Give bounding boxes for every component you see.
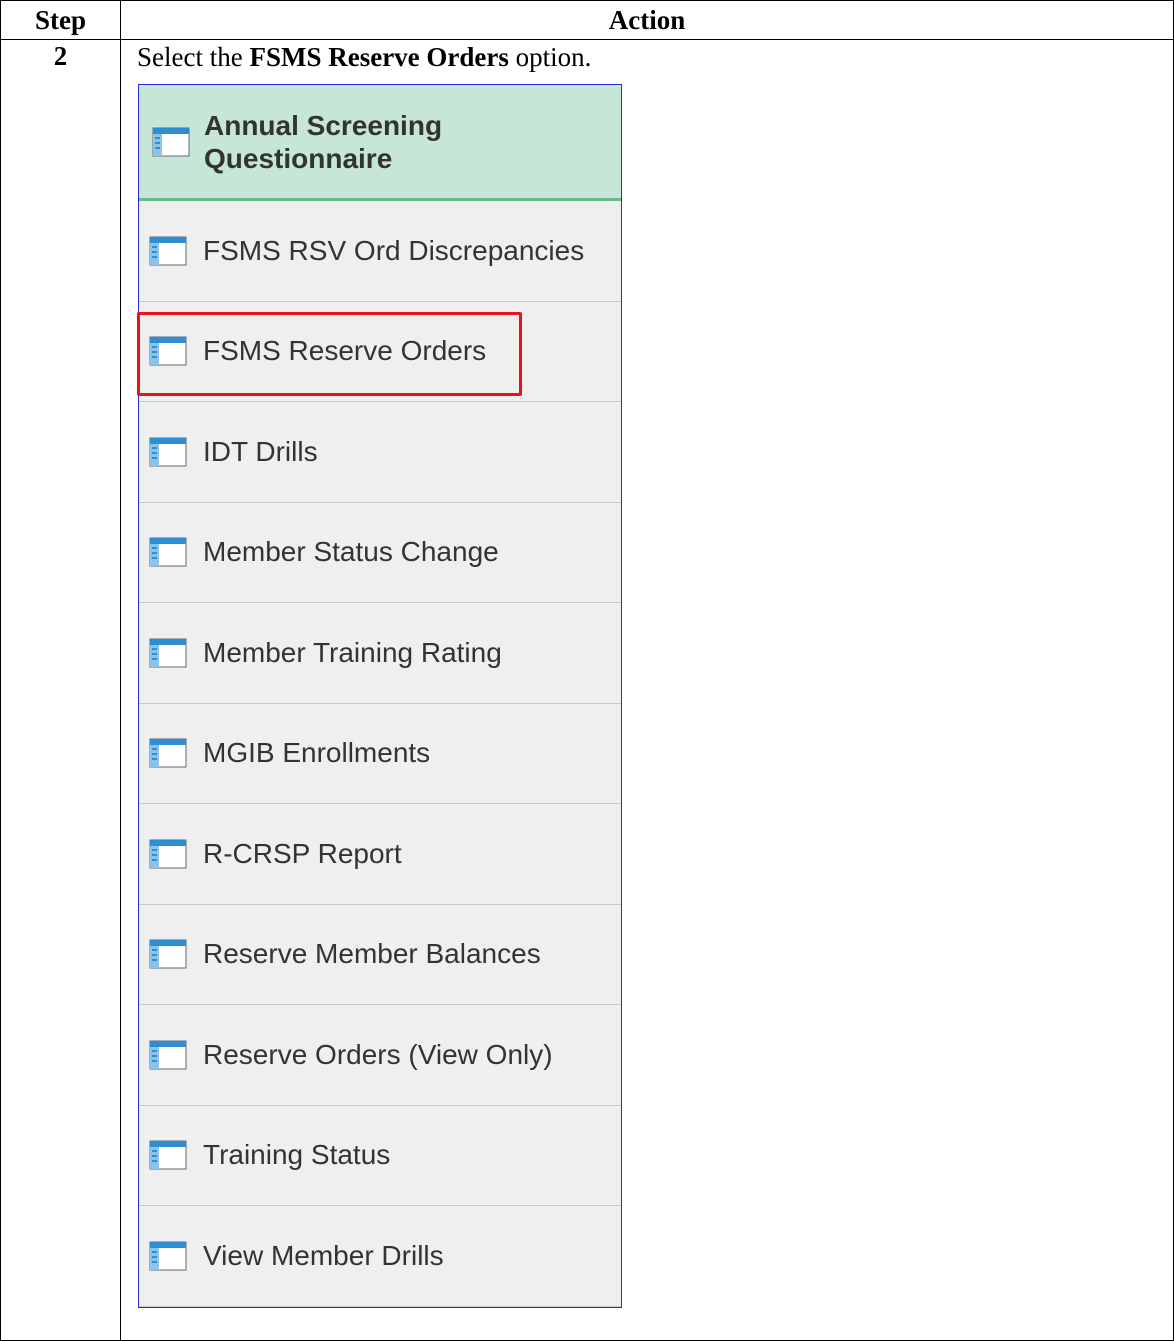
menu-item-view-member-drills[interactable]: View Member Drills [139, 1206, 621, 1307]
instruction-target: FSMS Reserve Orders [249, 42, 509, 72]
page-icon [149, 939, 187, 969]
page-icon [149, 738, 187, 768]
page-icon [149, 638, 187, 668]
menu-item-idt-drills[interactable]: IDT Drills [139, 402, 621, 503]
page-icon [149, 336, 187, 366]
page-icon [149, 537, 187, 567]
menu-item-fsms-reserve-orders[interactable]: FSMS Reserve Orders [137, 302, 621, 402]
instruction-prefix: Select the [137, 42, 250, 72]
action-cell: Select the FSMS Reserve Orders option. A… [120, 39, 1174, 1341]
page-icon [149, 1040, 187, 1070]
menu-item-r-crsp-report[interactable]: R-CRSP Report [139, 804, 621, 905]
menu-item-label: IDT Drills [203, 435, 318, 467]
step-number: 2 [0, 39, 121, 1341]
menu-items: FSMS RSV Ord Discrepancies FSMS Reserve O… [137, 201, 621, 1307]
menu-item-reserve-orders-view-only[interactable]: Reserve Orders (View Only) [139, 1005, 621, 1106]
menu-item-label: Training Status [203, 1139, 391, 1171]
menu-item-label: R-CRSP Report [203, 837, 402, 869]
menu-item-mgib-enrollments[interactable]: MGIB Enrollments [139, 704, 621, 804]
menu-item-fsms-rsv-ord-discrepancies[interactable]: FSMS RSV Ord Discrepancies [139, 201, 621, 302]
step-column-header: Step [0, 0, 121, 40]
page-icon [152, 127, 190, 156]
menu-item-member-training-rating[interactable]: Member Training Rating [139, 603, 621, 704]
menu-item-member-status-change[interactable]: Member Status Change [139, 503, 621, 603]
page-icon [149, 437, 187, 467]
reserve-menu-list: Annual Screening Questionnaire FSMS RSV … [137, 84, 622, 1308]
step-instruction: Select the FSMS Reserve Orders option. [137, 41, 1173, 73]
instruction-suffix: option. [508, 42, 592, 72]
page-icon [149, 236, 187, 266]
menu-header-annual-screening[interactable]: Annual Screening Questionnaire [139, 85, 621, 201]
page-icon [149, 1241, 187, 1271]
menu-item-label: Reserve Orders (View Only) [203, 1038, 553, 1070]
menu-item-label: Member Status Change [203, 536, 499, 568]
procedure-table: Step Action 2 Select the FSMS Reserve Or… [0, 0, 1174, 1341]
menu-item-reserve-member-balances[interactable]: Reserve Member Balances [139, 905, 621, 1005]
menu-item-label: View Member Drills [203, 1239, 444, 1271]
menu-item-label: FSMS RSV Ord Discrepancies [203, 234, 585, 266]
menu-item-label: MGIB Enrollments [203, 737, 431, 769]
menu-item-label: Member Training Rating [203, 636, 502, 668]
page-icon [149, 1140, 187, 1170]
menu-header-label: Annual Screening Questionnaire [204, 109, 443, 174]
menu-item-training-status[interactable]: Training Status [139, 1106, 621, 1206]
action-column-header: Action [120, 0, 1174, 40]
menu-item-label: Reserve Member Balances [203, 938, 541, 970]
menu-item-label: FSMS Reserve Orders [203, 335, 487, 367]
page-icon [149, 839, 187, 869]
